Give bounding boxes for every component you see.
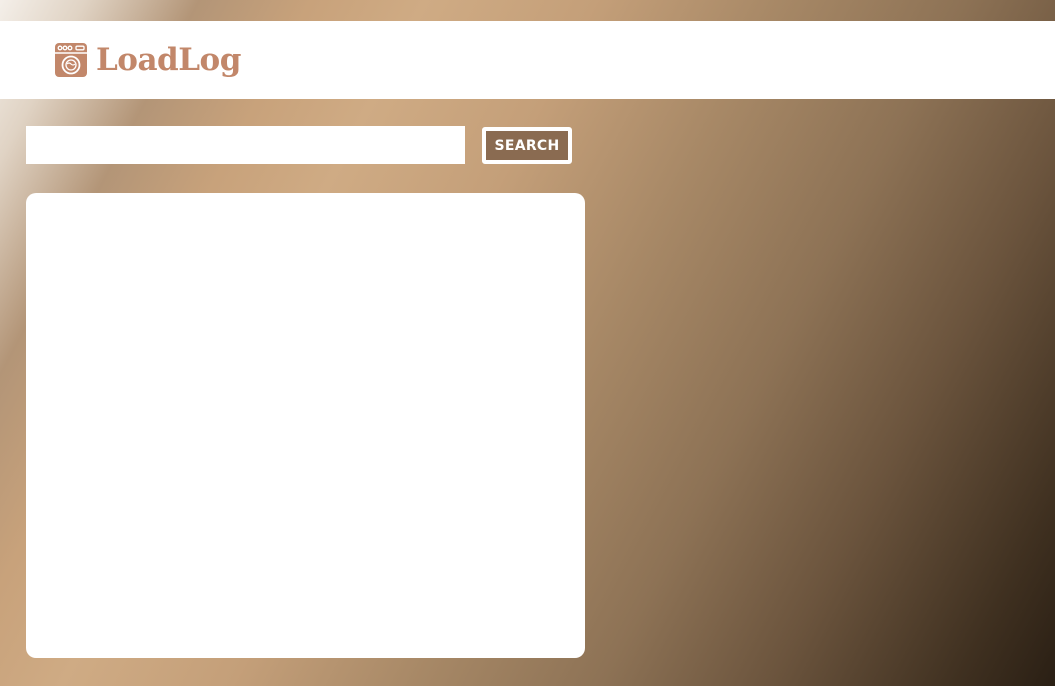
search-input[interactable]: [26, 126, 465, 164]
brand-name: LoadLog: [96, 42, 241, 78]
header-bar: LoadLog: [0, 21, 1055, 99]
results-panel: [26, 193, 585, 658]
washing-machine-icon: [55, 43, 87, 77]
search-button[interactable]: SEARCH: [482, 127, 572, 164]
logo[interactable]: LoadLog: [54, 41, 241, 79]
